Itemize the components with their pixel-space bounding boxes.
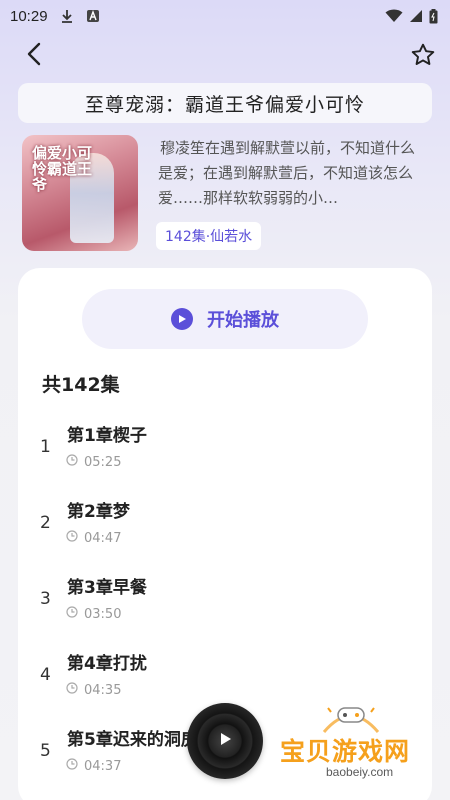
clock-icon [66, 530, 78, 546]
book-description: 穆凌笙在遇到解默萱以前，不知道什么是爱；在遇到解默萱后，不知道该怎么爱……那样软… [158, 139, 416, 207]
chevron-left-icon [26, 42, 42, 70]
episode-title: 第5章迟来的洞房 [67, 730, 198, 750]
clock-icon [66, 682, 78, 698]
episode-item[interactable]: 1 第1章楔子 05:25 [18, 416, 432, 492]
episode-duration: 03:50 [66, 606, 121, 622]
top-nav [0, 38, 450, 74]
wifi-icon [385, 9, 403, 23]
episode-index: 2 [40, 513, 51, 533]
signal-icon [409, 9, 423, 23]
back-button[interactable] [20, 42, 48, 70]
episode-index: 1 [40, 437, 51, 457]
floating-player-disc[interactable] [187, 703, 263, 779]
download-icon [60, 9, 74, 23]
cover-title-art: 偏爱小可怜霸道王爷 [32, 144, 93, 194]
episode-index: 3 [40, 589, 51, 609]
episode-title: 第3章早餐 [67, 578, 147, 598]
episode-count: 共142集 [42, 374, 120, 396]
book-cover-image: 偏爱小可怜霸道王爷 [22, 135, 138, 251]
star-outline-icon [410, 42, 436, 72]
status-time: 10:29 [10, 7, 48, 25]
clock-icon [66, 758, 78, 774]
play-icon [217, 731, 233, 751]
status-bar: 10:29 [0, 0, 450, 32]
start-play-button[interactable]: 开始播放 [82, 289, 368, 349]
episode-title: 第2章梦 [67, 502, 130, 522]
episode-duration: 04:35 [66, 682, 121, 698]
site-watermark: 宝贝游戏网 baobeiy.com [274, 700, 444, 792]
play-icon [171, 308, 193, 330]
episode-title: 第4章打扰 [67, 654, 147, 674]
episode-index: 5 [40, 741, 51, 761]
duration-text: 04:35 [84, 682, 122, 698]
battery-icon [429, 8, 438, 24]
episode-duration: 04:37 [66, 758, 121, 774]
font-app-icon [86, 9, 100, 23]
duration-text: 04:37 [84, 758, 122, 774]
episode-index: 4 [40, 665, 51, 685]
episode-item[interactable]: 3 第3章早餐 03:50 [18, 568, 432, 644]
episode-item[interactable]: 2 第2章梦 04:47 [18, 492, 432, 568]
watermark-url: baobeiy.com [326, 765, 394, 779]
watermark-name: 宝贝游戏网 [280, 737, 411, 766]
episode-title: 第1章楔子 [67, 426, 147, 446]
start-play-label: 开始播放 [207, 310, 279, 331]
clock-icon [66, 454, 78, 470]
book-title: 至尊宠溺：霸道王爷偏爱小可怜 [84, 93, 365, 116]
favorite-button[interactable] [408, 42, 438, 72]
book-meta-tag: 142集·仙若水 [156, 222, 262, 250]
duration-text: 03:50 [84, 606, 122, 622]
episode-duration: 04:47 [66, 530, 121, 546]
clock-icon [66, 606, 78, 622]
duration-text: 04:47 [84, 530, 122, 546]
book-title-banner: 至尊宠溺：霸道王爷偏爱小可怜 [18, 83, 432, 123]
episode-duration: 05:25 [66, 454, 121, 470]
duration-text: 05:25 [84, 454, 122, 470]
